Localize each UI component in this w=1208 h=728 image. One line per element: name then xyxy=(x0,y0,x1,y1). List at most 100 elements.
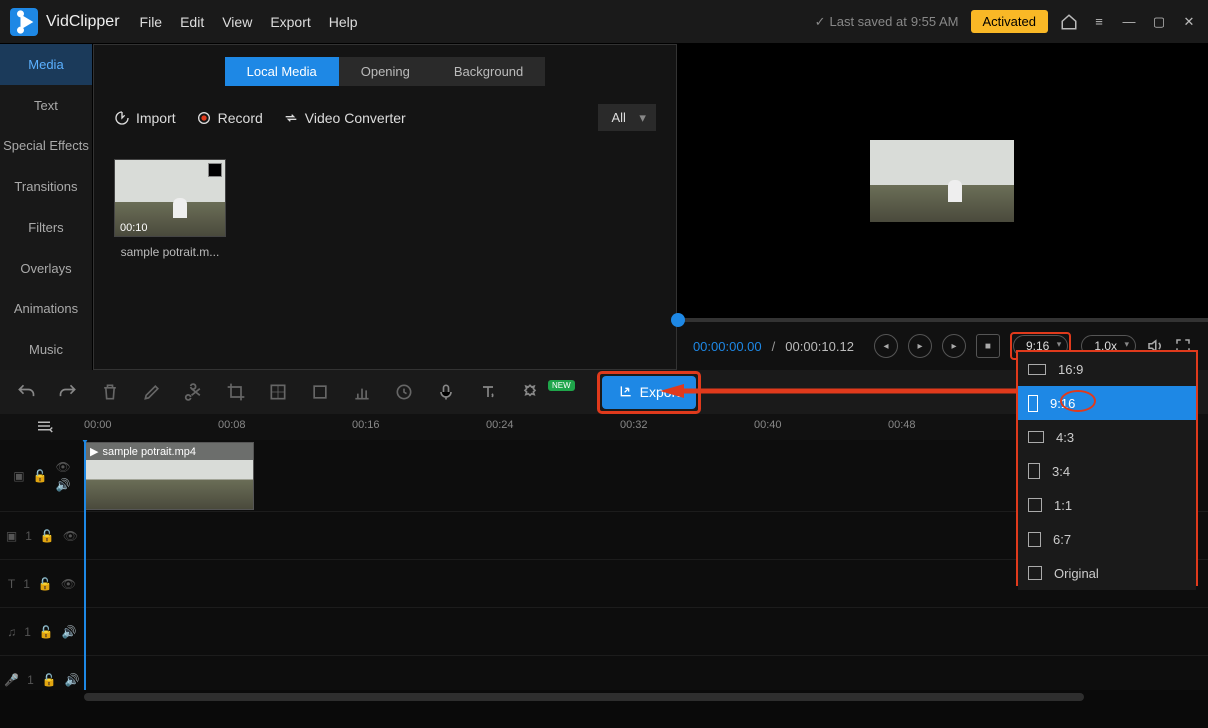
eye-icon[interactable]: 👁 xyxy=(61,577,76,591)
mosaic-icon[interactable] xyxy=(268,382,288,402)
tab-background[interactable]: Background xyxy=(432,57,545,86)
last-saved-prefix: Last saved at xyxy=(829,14,906,29)
text-track-head: T 1 🔓 👁 xyxy=(0,560,84,607)
playhead[interactable] xyxy=(84,440,86,690)
ratio-option-6-7[interactable]: 6:7 xyxy=(1018,522,1196,556)
voiceover-track-number: 1 xyxy=(27,673,34,687)
sidebar-overlays[interactable]: Overlays xyxy=(0,248,92,289)
export-label: Export xyxy=(640,384,680,400)
minimize-icon[interactable]: — xyxy=(1120,13,1138,31)
ratio-label: Original xyxy=(1054,566,1099,581)
zoom-icon[interactable] xyxy=(310,382,330,402)
sidebar-animations[interactable]: Animations xyxy=(0,289,92,330)
mute-icon[interactable]: 🔊 xyxy=(56,478,71,492)
convert-icon xyxy=(283,110,299,126)
record-button[interactable]: Record xyxy=(196,110,263,126)
voiceover-icon[interactable] xyxy=(436,382,456,402)
ruler-tick: 00:24 xyxy=(486,419,514,431)
eye-icon[interactable]: 👁 xyxy=(56,460,71,474)
maximize-icon[interactable]: ▢ xyxy=(1150,13,1168,31)
export-highlight: Export xyxy=(597,371,701,414)
play-button[interactable]: ▸ xyxy=(908,334,932,358)
undo-icon[interactable] xyxy=(16,382,36,402)
redo-icon[interactable] xyxy=(58,382,78,402)
menu-help[interactable]: Help xyxy=(329,14,358,30)
edit-icon[interactable] xyxy=(142,382,162,402)
tab-local-media[interactable]: Local Media xyxy=(225,57,339,86)
split-icon[interactable] xyxy=(184,382,204,402)
preview-image xyxy=(870,140,1014,222)
main-menu: File Edit View Export Help xyxy=(140,14,358,30)
media-toolbar: Import Record Video Converter All xyxy=(94,98,676,145)
menu-export[interactable]: Export xyxy=(270,14,310,30)
sticker-icon[interactable] xyxy=(520,382,540,402)
ratio-option-1-1[interactable]: 1:1 xyxy=(1018,488,1196,522)
import-button[interactable]: Import xyxy=(114,110,176,126)
audio-track-body[interactable] xyxy=(84,608,1208,655)
record-label: Record xyxy=(218,110,263,126)
next-frame-button[interactable]: ▸ xyxy=(942,334,966,358)
record-icon xyxy=(196,110,212,126)
menu-view[interactable]: View xyxy=(222,14,252,30)
sidebar-media[interactable]: Media xyxy=(0,44,92,85)
timeline-scrollbar[interactable] xyxy=(0,690,1208,704)
ratio-option-original[interactable]: Original xyxy=(1018,556,1196,590)
export-button[interactable]: Export xyxy=(602,376,696,409)
delete-icon[interactable] xyxy=(100,382,120,402)
duration-icon[interactable] xyxy=(394,382,414,402)
home-icon[interactable] xyxy=(1060,13,1078,31)
scrollbar-thumb[interactable] xyxy=(84,693,1084,701)
media-thumb-duration: 00:10 xyxy=(120,222,148,234)
sidebar-text[interactable]: Text xyxy=(0,85,92,126)
ratio-label: 6:7 xyxy=(1053,532,1071,547)
ruler-settings-icon[interactable] xyxy=(34,417,54,438)
preview-frame xyxy=(870,54,1014,308)
close-icon[interactable]: ✕ xyxy=(1180,13,1198,31)
ratio-shape-icon xyxy=(1028,395,1038,412)
ratio-option-16-9[interactable]: 16:9 xyxy=(1018,352,1196,386)
ratio-shape-icon xyxy=(1028,566,1042,580)
video-track-icon: ▣ xyxy=(13,469,24,483)
ratio-label: 16:9 xyxy=(1058,362,1083,377)
video-converter-label: Video Converter xyxy=(305,110,406,126)
mute-icon[interactable]: 🔊 xyxy=(62,625,77,639)
media-thumb[interactable]: 00:10 sample potrait.m... xyxy=(114,159,226,259)
menu-edit[interactable]: Edit xyxy=(180,14,204,30)
voiceover-track-body[interactable] xyxy=(84,656,1208,690)
preview-scrubber[interactable] xyxy=(677,318,1208,322)
media-filter-select[interactable]: All xyxy=(598,104,656,131)
text-to-speech-icon[interactable] xyxy=(478,382,498,402)
scrub-handle[interactable] xyxy=(671,313,685,327)
sidebar-filters[interactable]: Filters xyxy=(0,207,92,248)
crop-icon[interactable] xyxy=(226,382,246,402)
sidebar-music[interactable]: Music xyxy=(0,329,92,370)
ruler-tick: 00:16 xyxy=(352,419,380,431)
media-thumb-image: 00:10 xyxy=(114,159,226,237)
aspect-ratio-value: 9:16 xyxy=(1026,339,1049,353)
lock-icon[interactable]: 🔓 xyxy=(39,625,54,639)
activated-badge[interactable]: Activated xyxy=(971,10,1048,33)
chart-icon[interactable] xyxy=(352,382,372,402)
menu-file[interactable]: File xyxy=(140,14,163,30)
sidebar-special-effects[interactable]: Special Effects xyxy=(0,126,92,167)
lock-icon[interactable]: 🔓 xyxy=(38,577,53,591)
eye-icon[interactable]: 👁 xyxy=(63,529,78,543)
mute-icon[interactable]: 🔊 xyxy=(65,673,80,687)
tab-opening[interactable]: Opening xyxy=(339,57,432,86)
ruler-tick: 00:40 xyxy=(754,419,782,431)
hamburger-icon[interactable]: ≡ xyxy=(1090,13,1108,31)
ratio-option-3-4[interactable]: 3:4 xyxy=(1018,454,1196,488)
lock-icon[interactable]: 🔓 xyxy=(42,673,57,687)
lock-icon[interactable]: 🔓 xyxy=(40,529,55,543)
video-converter-button[interactable]: Video Converter xyxy=(283,110,406,126)
timeline-clip[interactable]: ▶ sample potrait.mp4 xyxy=(84,442,254,510)
ratio-label: 3:4 xyxy=(1052,464,1070,479)
lock-icon[interactable]: 🔓 xyxy=(33,469,48,483)
prev-frame-button[interactable]: ◂ xyxy=(874,334,898,358)
audio-track-head: ♫ 1 🔓 🔊 xyxy=(0,608,84,655)
ratio-option-4-3[interactable]: 4:3 xyxy=(1018,420,1196,454)
music-icon: ♫ xyxy=(7,625,16,639)
sidebar-transitions[interactable]: Transitions xyxy=(0,166,92,207)
ratio-option-9-16[interactable]: 9:16 xyxy=(1018,386,1196,420)
stop-button[interactable]: ■ xyxy=(976,334,1000,358)
